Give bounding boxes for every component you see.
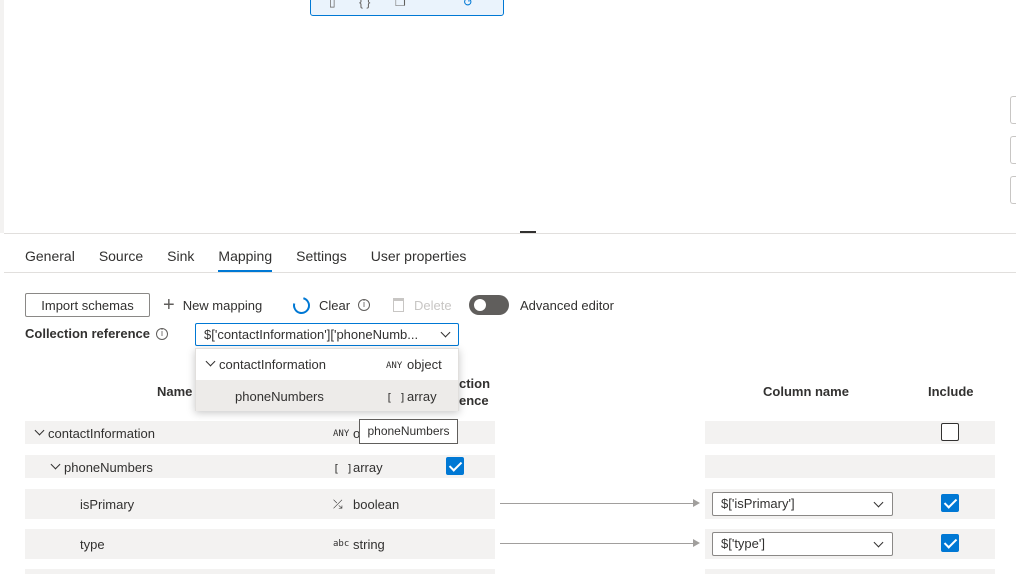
dropdown-item-phonenumbers[interactable]: phoneNumbers [ ] array	[196, 380, 458, 411]
plus-icon: +	[163, 294, 175, 316]
tab-source[interactable]: Source	[99, 240, 143, 272]
header-collection-ref-1: ction	[459, 376, 491, 391]
pipeline-canvas[interactable]: ▯ { } ❐ ↺	[0, 0, 1016, 233]
tab-user-properties[interactable]: User properties	[371, 240, 467, 272]
delete-icon[interactable]: ▯	[329, 0, 336, 9]
collection-reference-dropdown: contactInformation ANY object phoneNumbe…	[195, 348, 459, 411]
tab-general[interactable]: General	[25, 240, 75, 272]
row-type: array	[353, 460, 383, 475]
arrow-right-icon	[693, 539, 700, 547]
activity-node-toolbar: ▯ { } ❐ ↺	[310, 0, 504, 16]
array-type-icon: [ ]	[386, 391, 406, 404]
tabs-divider	[4, 272, 1016, 273]
include-checkbox[interactable]	[941, 423, 959, 441]
arrow-right-icon	[693, 499, 700, 507]
row-type: boolean	[353, 497, 400, 512]
import-schemas-button[interactable]: Import schemas	[25, 293, 150, 317]
row-type: string	[353, 537, 385, 552]
chevron-down-icon	[440, 327, 451, 338]
delete-label: Delete	[414, 297, 452, 313]
table-row-right	[705, 569, 995, 574]
chevron-down-icon	[873, 537, 884, 548]
header-include: Include	[928, 384, 974, 399]
column-name-select[interactable]: $['type']	[712, 532, 893, 556]
string-type-icon: abc	[333, 539, 350, 549]
clear-label: Clear	[319, 297, 351, 313]
include-checkbox[interactable]	[941, 494, 959, 512]
info-icon[interactable]: i	[156, 327, 168, 340]
dropdown-item-type: array	[407, 389, 437, 404]
splitter-handle-icon[interactable]	[520, 231, 536, 233]
chevron-down-icon[interactable]	[205, 356, 216, 367]
row-name: phoneNumbers	[64, 460, 153, 475]
dropdown-item-contactinformation[interactable]: contactInformation ANY object	[196, 349, 458, 380]
tab-mapping[interactable]: Mapping	[218, 240, 272, 272]
table-row	[25, 569, 495, 574]
header-collection-ref-2: ence	[459, 393, 489, 408]
any-type-icon: ANY	[333, 429, 350, 439]
delete-button[interactable]: Delete	[393, 293, 452, 317]
row-name: isPrimary	[80, 497, 135, 512]
tab-sink[interactable]: Sink	[167, 240, 194, 272]
dropdown-item-name: phoneNumbers	[235, 389, 324, 404]
copy-icon[interactable]: ❐	[395, 0, 406, 9]
zoom-out-button[interactable]	[1010, 136, 1016, 164]
new-mapping-button[interactable]: + New mapping	[163, 293, 262, 317]
panel-splitter[interactable]	[4, 233, 1016, 234]
tab-settings[interactable]: Settings	[296, 240, 347, 272]
clear-icon	[289, 293, 314, 317]
mapping-arrow-line	[500, 503, 694, 504]
collection-reference-value: $['contactInformation']['phoneNumb...	[204, 327, 419, 342]
collection-ref-checkbox[interactable]	[446, 457, 464, 475]
dropdown-item-name: contactInformation	[219, 357, 326, 372]
include-checkbox[interactable]	[941, 534, 959, 552]
table-row-right	[705, 455, 995, 478]
mapping-arrow-line	[500, 543, 694, 544]
toggle-switch[interactable]	[469, 295, 509, 315]
header-name: Name	[157, 384, 193, 399]
header-column-name: Column name	[763, 384, 849, 399]
properties-tabs: General Source Sink Mapping Settings Use…	[25, 240, 490, 272]
column-name-select[interactable]: $['isPrimary']	[712, 492, 893, 516]
advanced-editor-toggle[interactable]: Advanced editor	[469, 293, 614, 317]
code-icon[interactable]: { }	[359, 0, 370, 9]
clear-info[interactable]: i	[358, 293, 370, 317]
advanced-editor-label: Advanced editor	[520, 297, 614, 313]
dropdown-item-type: object	[407, 357, 442, 372]
tooltip: phoneNumbers	[359, 419, 458, 444]
fit-button[interactable]	[1010, 176, 1016, 204]
trash-icon	[393, 298, 404, 312]
chevron-down-icon	[873, 497, 884, 508]
info-icon: i	[358, 299, 370, 311]
array-type-icon: [ ]	[333, 462, 353, 475]
boolean-type-icon: ⤰	[333, 497, 343, 511]
row-name: contactInformation	[48, 426, 155, 441]
add-output-icon[interactable]: ↺	[463, 0, 473, 9]
any-type-icon: ANY	[386, 361, 403, 371]
collection-reference-select[interactable]: $['contactInformation']['phoneNumb...	[195, 323, 459, 346]
new-mapping-label: New mapping	[182, 297, 263, 313]
zoom-in-button[interactable]	[1010, 96, 1016, 124]
clear-button[interactable]: Clear	[289, 293, 351, 317]
collection-reference-label: Collection reference i	[25, 326, 168, 341]
row-name: type	[80, 537, 105, 552]
